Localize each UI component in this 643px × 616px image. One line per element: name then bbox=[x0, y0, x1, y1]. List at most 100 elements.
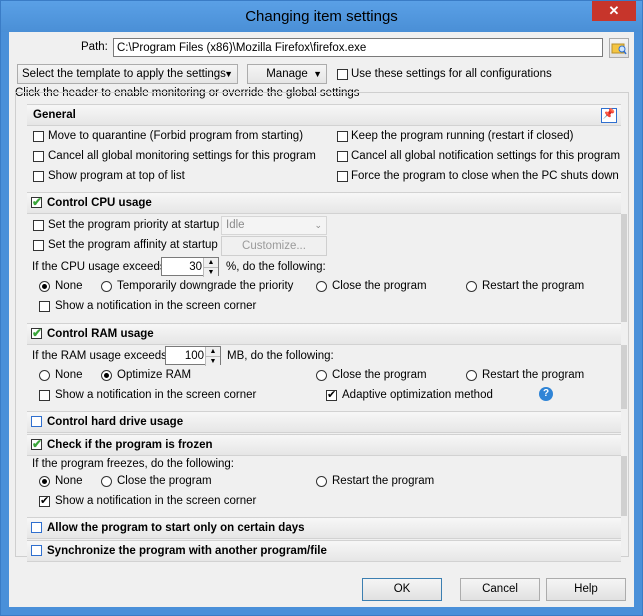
adaptive-label: Adaptive optimization method bbox=[342, 389, 493, 401]
window-title: Changing item settings bbox=[245, 8, 398, 25]
general-header[interactable]: General 📌 bbox=[27, 104, 621, 126]
cpu-header-label: Control CPU usage bbox=[47, 197, 152, 209]
pin-icon[interactable]: 📌 bbox=[601, 108, 617, 123]
quarantine-checkbox[interactable] bbox=[33, 131, 44, 142]
hdd-header[interactable]: Control hard drive usage bbox=[27, 411, 621, 433]
customize-button[interactable]: Customize... bbox=[221, 236, 327, 256]
frozen-action-none-radio[interactable] bbox=[39, 476, 50, 487]
adaptive-checkbox[interactable] bbox=[326, 388, 337, 401]
cpu-header[interactable]: Control CPU usage bbox=[27, 192, 621, 214]
ram-notify-checkbox[interactable] bbox=[39, 390, 50, 401]
ram-section-bar bbox=[621, 345, 627, 409]
sync-header[interactable]: Synchronize the program with another pro… bbox=[27, 540, 621, 562]
hdd-enable-checkbox[interactable] bbox=[31, 416, 42, 427]
affinity-checkbox[interactable] bbox=[33, 240, 44, 251]
ram-action-optimize-label: Optimize RAM bbox=[117, 369, 192, 381]
frozen-action-none-label: None bbox=[55, 475, 83, 487]
chevron-down-icon: ▼ bbox=[313, 69, 322, 79]
manage-label: Manage bbox=[266, 68, 308, 80]
template-select[interactable]: Select the template to apply the setting… bbox=[17, 64, 238, 84]
top-of-list-checkbox[interactable] bbox=[33, 171, 44, 182]
path-label: Path: bbox=[81, 41, 108, 53]
freezes-label: If the program freezes, do the following… bbox=[32, 458, 234, 470]
priority-label: Set the program priority at startup bbox=[48, 219, 220, 231]
frozen-action-close-radio[interactable] bbox=[101, 476, 112, 487]
ram-action-none-radio[interactable] bbox=[39, 370, 50, 381]
frozen-header[interactable]: Check if the program is frozen bbox=[27, 434, 621, 456]
ram-header[interactable]: Control RAM usage bbox=[27, 323, 621, 345]
cancel-monitoring-checkbox[interactable] bbox=[33, 151, 44, 162]
browse-button[interactable] bbox=[609, 38, 629, 58]
ram-action-optimize-radio[interactable] bbox=[101, 370, 112, 381]
affinity-label: Set the program affinity at startup bbox=[48, 239, 218, 251]
cancel-notification-checkbox[interactable] bbox=[337, 151, 348, 162]
cpu-threshold-spinner[interactable]: 30 ▲ ▼ bbox=[161, 257, 219, 277]
ram-action-close-radio[interactable] bbox=[316, 370, 327, 381]
cpu-section-bar bbox=[621, 214, 627, 322]
ram-enable-checkbox[interactable] bbox=[31, 326, 42, 340]
sync-enable-checkbox[interactable] bbox=[31, 545, 42, 556]
cpu-action-close-radio[interactable] bbox=[316, 281, 327, 292]
priority-checkbox[interactable] bbox=[33, 220, 44, 231]
ram-action-close-label: Close the program bbox=[332, 369, 427, 381]
path-input[interactable] bbox=[113, 38, 603, 57]
spin-down-icon[interactable]: ▼ bbox=[205, 356, 220, 366]
spin-up-icon[interactable]: ▲ bbox=[203, 258, 218, 267]
cancel-notification-label: Cancel all global notification settings … bbox=[351, 150, 621, 162]
cpu-notify-checkbox[interactable] bbox=[39, 301, 50, 312]
cpu-action-none-label: None bbox=[55, 280, 83, 292]
folder-search-icon bbox=[611, 43, 627, 55]
ram-threshold-spinner[interactable]: 100 ▲ ▼ bbox=[165, 346, 221, 366]
force-close-checkbox[interactable] bbox=[337, 171, 348, 182]
chevron-down-icon: ⌄ bbox=[314, 220, 322, 230]
ram-action-restart-radio[interactable] bbox=[466, 370, 477, 381]
days-header-label: Allow the program to start only on certa… bbox=[47, 522, 305, 534]
chevron-down-icon: ▼ bbox=[224, 69, 233, 79]
all-configs-checkbox[interactable] bbox=[337, 69, 348, 80]
days-enable-checkbox[interactable] bbox=[31, 522, 42, 533]
cpu-notify-label: Show a notification in the screen corner bbox=[55, 300, 257, 312]
frozen-action-restart-radio[interactable] bbox=[316, 476, 327, 487]
cpu-enable-checkbox[interactable] bbox=[31, 195, 42, 209]
hdd-header-label: Control hard drive usage bbox=[47, 416, 184, 428]
force-close-label: Force the program to close when the PC s… bbox=[351, 170, 619, 182]
keep-running-label: Keep the program running (restart if clo… bbox=[351, 130, 574, 142]
help-icon[interactable]: ? bbox=[539, 387, 553, 401]
ram-notify-label: Show a notification in the screen corner bbox=[55, 389, 257, 401]
template-select-value: Select the template to apply the setting… bbox=[22, 68, 226, 80]
cpu-exceeds-label: If the CPU usage exceeds bbox=[32, 261, 166, 273]
cancel-button[interactable]: Cancel bbox=[460, 578, 540, 601]
dialog-window: Changing item settings ✕ Path: Select th… bbox=[0, 0, 643, 616]
ram-action-restart-label: Restart the program bbox=[482, 369, 585, 381]
cpu-action-none-radio[interactable] bbox=[39, 281, 50, 292]
frozen-notify-checkbox[interactable] bbox=[39, 494, 50, 507]
help-button[interactable]: Help bbox=[546, 578, 626, 601]
frozen-section-bar bbox=[621, 456, 627, 516]
frozen-notify-label: Show a notification in the screen corner bbox=[55, 495, 257, 507]
cpu-action-restart-label: Restart the program bbox=[482, 280, 585, 292]
cpu-action-close-label: Close the program bbox=[332, 280, 427, 292]
spin-up-icon[interactable]: ▲ bbox=[205, 347, 220, 356]
keep-running-checkbox[interactable] bbox=[337, 131, 348, 142]
title-bar[interactable]: Changing item settings ✕ bbox=[1, 1, 642, 32]
priority-select[interactable]: Idle ⌄ bbox=[221, 216, 327, 235]
ram-threshold-value: 100 bbox=[184, 350, 204, 362]
close-button[interactable]: ✕ bbox=[592, 1, 636, 21]
priority-select-value: Idle bbox=[226, 219, 245, 231]
cpu-action-downgrade-radio[interactable] bbox=[101, 281, 112, 292]
ok-button[interactable]: OK bbox=[362, 578, 442, 601]
frozen-action-close-label: Close the program bbox=[117, 475, 212, 487]
sync-header-label: Synchronize the program with another pro… bbox=[47, 545, 327, 557]
cpu-action-restart-radio[interactable] bbox=[466, 281, 477, 292]
ram-exceeds-suffix: MB, do the following: bbox=[227, 350, 334, 362]
manage-button[interactable]: Manage ▼ bbox=[247, 64, 327, 84]
top-of-list-label: Show program at top of list bbox=[48, 170, 185, 182]
all-configs-label: Use these settings for all configuration… bbox=[351, 68, 552, 80]
frozen-header-label: Check if the program is frozen bbox=[47, 439, 213, 451]
days-header[interactable]: Allow the program to start only on certa… bbox=[27, 517, 621, 539]
cpu-threshold-value: 30 bbox=[189, 261, 202, 273]
spin-down-icon[interactable]: ▼ bbox=[203, 267, 218, 277]
ram-action-none-label: None bbox=[55, 369, 83, 381]
frozen-enable-checkbox[interactable] bbox=[31, 437, 42, 451]
quarantine-label: Move to quarantine (Forbid program from … bbox=[48, 130, 304, 142]
